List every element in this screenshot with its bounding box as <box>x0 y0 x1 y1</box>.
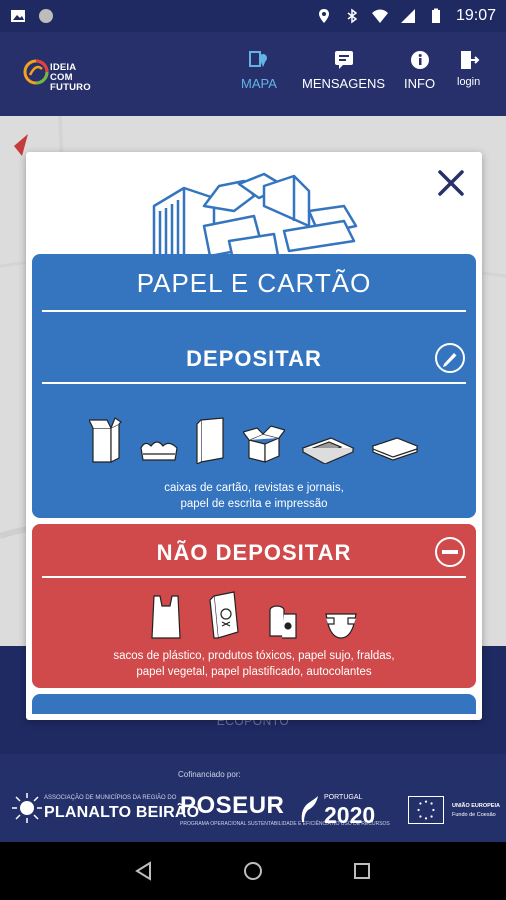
toxic-product-icon <box>209 591 239 639</box>
egg-carton-icon <box>140 441 178 461</box>
paper-stack-icon <box>371 437 419 461</box>
battery-icon <box>431 8 440 23</box>
signal-icon <box>400 9 415 23</box>
image-icon <box>11 10 25 22</box>
nav-login[interactable]: login <box>457 50 480 88</box>
dirty-paper-icon <box>269 605 297 639</box>
clock: 19:07 <box>455 7 496 24</box>
deposit-items <box>32 410 476 464</box>
divider <box>42 382 466 384</box>
bluetooth-icon <box>347 8 358 24</box>
deposit-heading: DEPOSITAR <box>186 346 322 371</box>
uniao-europeia-logo: UNIÃO EUROPEIA Fundo de Coesão <box>406 796 500 824</box>
pencil-circle-icon <box>435 343 465 373</box>
wifi-icon <box>371 9 388 23</box>
status-bar: 19:07 <box>0 0 506 32</box>
paper-cardboard-illustration <box>152 172 358 266</box>
eu-fund-label: Fundo de Coesão <box>452 812 496 818</box>
no-deposit-items <box>32 588 476 640</box>
eu-flag-icon <box>408 796 444 824</box>
open-box-icon <box>89 417 122 463</box>
sun-icon <box>12 793 42 823</box>
no-deposit-caption: sacos de plástico, produtos tóxicos, pap… <box>113 650 395 678</box>
close-icon[interactable] <box>434 166 468 200</box>
next-panel-strip[interactable] <box>32 694 476 714</box>
deposit-caption: caixas de cartão, revistas e jornais, pa… <box>164 482 344 510</box>
recents-icon[interactable] <box>352 861 372 881</box>
nav-mapa[interactable]: MAPA <box>241 50 277 91</box>
minus-circle-icon <box>435 537 465 567</box>
message-icon <box>334 51 353 69</box>
circle-icon <box>39 9 53 23</box>
paper-info-panel: PAPEL E CARTÃO DEPOSITAR caixas de cartã… <box>32 254 476 518</box>
sponsors-footer: Cofinanciado por: ASSOCIAÇÃO DE MUNICÍPI… <box>0 754 506 842</box>
back-icon[interactable] <box>134 861 154 881</box>
no-deposit-panel: NÃO DEPOSITAR sacos de plástico, produto… <box>32 524 476 688</box>
diaper-icon <box>325 613 357 639</box>
location-icon <box>318 9 329 23</box>
portugal-2020-mark-icon <box>301 796 318 822</box>
system-nav-bar <box>0 842 506 900</box>
info-icon <box>410 51 429 69</box>
open-box-icon <box>243 425 285 463</box>
book-icon <box>196 417 224 464</box>
map-icon <box>248 51 267 67</box>
recycling-info-dialog: PAPEL E CARTÃO DEPOSITAR caixas de cartã… <box>26 152 482 720</box>
home-icon[interactable] <box>242 860 264 882</box>
eu-label: UNIÃO EUROPEIA <box>452 803 500 809</box>
portugal-2020-logo: PORTUGAL 2020 <box>298 794 375 829</box>
magazine-icon <box>301 437 355 464</box>
material-title: PAPEL E CARTÃO <box>136 268 372 298</box>
divider <box>42 576 466 578</box>
nav-info[interactable]: INFO <box>404 50 435 91</box>
no-deposit-heading: NÃO DEPOSITAR <box>156 540 352 565</box>
divider <box>42 310 466 312</box>
plastic-bag-icon <box>151 595 181 639</box>
logo-text: IDEIA COM FUTURO <box>50 62 91 93</box>
nav-mensagens[interactable]: MENSAGENS <box>302 50 385 91</box>
cofinanced-label: Cofinanciado por: <box>178 770 241 779</box>
planalto-beirao-logo: ASSOCIAÇÃO DE MUNICÍPIOS DA REGIÃO DO PL… <box>12 792 199 828</box>
app-bar: IDEIA COM FUTURO MAPA MENSAGENS INFO log… <box>0 32 506 116</box>
login-icon <box>460 51 480 69</box>
